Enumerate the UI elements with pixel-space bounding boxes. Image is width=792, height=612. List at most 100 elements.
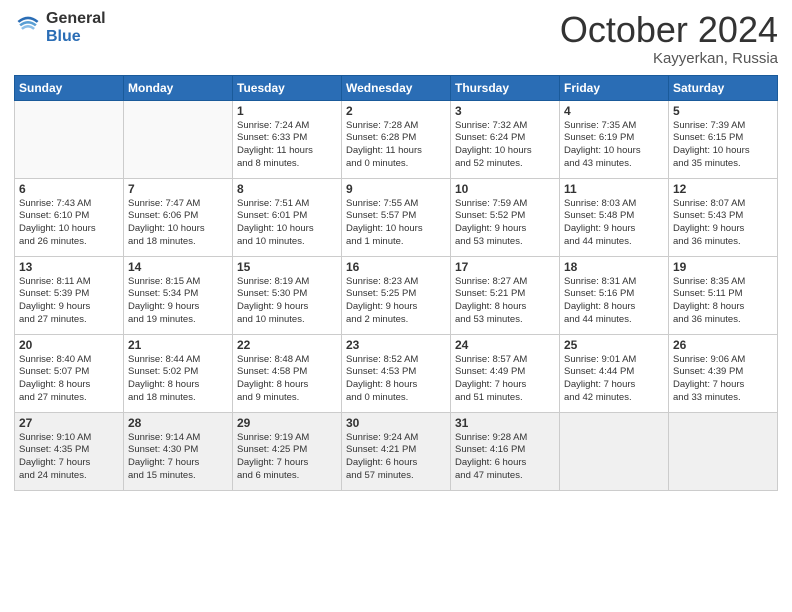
day-number: 24	[455, 338, 555, 352]
day-number: 26	[673, 338, 773, 352]
calendar-cell: 6 Sunrise: 7:43 AM Sunset: 6:10 PM Daylig…	[15, 178, 124, 256]
calendar-cell: 16Sunrise: 8:23 AM Sunset: 5:25 PM Dayli…	[342, 256, 451, 334]
col-sunday: Sunday	[15, 75, 124, 100]
col-wednesday: Wednesday	[342, 75, 451, 100]
day-info: Sunrise: 8:52 AM Sunset: 4:53 PM Dayligh…	[346, 354, 446, 405]
calendar-cell: 4 Sunrise: 7:35 AM Sunset: 6:19 PM Daylig…	[560, 100, 669, 178]
day-info: Sunrise: 8:11 AM Sunset: 5:39 PM Dayligh…	[19, 276, 119, 327]
calendar-cell: 8 Sunrise: 7:51 AM Sunset: 6:01 PM Daylig…	[233, 178, 342, 256]
day-info: Sunrise: 8:27 AM Sunset: 5:21 PM Dayligh…	[455, 276, 555, 327]
logo-text: General Blue	[46, 10, 106, 45]
calendar-cell: 22 Sunrise: 8:48 AM Sunset: 4:58 PM Dayli…	[233, 334, 342, 412]
day-info: Sunrise: 7:32 AM Sunset: 6:24 PM Dayligh…	[455, 120, 555, 171]
day-number: 8	[237, 182, 337, 196]
day-number: 7	[128, 182, 228, 196]
calendar-week-row: 6 Sunrise: 7:43 AM Sunset: 6:10 PM Daylig…	[15, 178, 778, 256]
calendar-cell: 17 Sunrise: 8:27 AM Sunset: 5:21 PM Dayli…	[451, 256, 560, 334]
day-info: Sunrise: 9:24 AM Sunset: 4:21 PM Dayligh…	[346, 432, 446, 483]
calendar-cell: 13 Sunrise: 8:11 AM Sunset: 5:39 PM Dayli…	[15, 256, 124, 334]
day-info: Sunrise: 8:15 AM Sunset: 5:34 PM Dayligh…	[128, 276, 228, 327]
day-number: 1	[237, 104, 337, 118]
day-number: 31	[455, 416, 555, 430]
day-info: Sunrise: 7:43 AM Sunset: 6:10 PM Dayligh…	[19, 198, 119, 249]
day-number: 14	[128, 260, 228, 274]
day-info: Sunrise: 7:35 AM Sunset: 6:19 PM Dayligh…	[564, 120, 664, 171]
calendar-week-row: 13 Sunrise: 8:11 AM Sunset: 5:39 PM Dayli…	[15, 256, 778, 334]
day-info: Sunrise: 9:01 AM Sunset: 4:44 PM Dayligh…	[564, 354, 664, 405]
day-info: Sunrise: 8:23 AM Sunset: 5:25 PM Dayligh…	[346, 276, 446, 327]
calendar-cell: 26 Sunrise: 9:06 AM Sunset: 4:39 PM Dayli…	[669, 334, 778, 412]
calendar-cell	[669, 412, 778, 490]
calendar-week-row: 20 Sunrise: 8:40 AM Sunset: 5:07 PM Dayli…	[15, 334, 778, 412]
calendar-cell: 11 Sunrise: 8:03 AM Sunset: 5:48 PM Dayli…	[560, 178, 669, 256]
day-info: Sunrise: 8:40 AM Sunset: 5:07 PM Dayligh…	[19, 354, 119, 405]
calendar-cell: 30 Sunrise: 9:24 AM Sunset: 4:21 PM Dayli…	[342, 412, 451, 490]
day-number: 11	[564, 182, 664, 196]
day-info: Sunrise: 8:31 AM Sunset: 5:16 PM Dayligh…	[564, 276, 664, 327]
day-number: 9	[346, 182, 446, 196]
day-info: Sunrise: 9:06 AM Sunset: 4:39 PM Dayligh…	[673, 354, 773, 405]
calendar-cell	[15, 100, 124, 178]
day-number: 27	[19, 416, 119, 430]
calendar-cell: 15Sunrise: 8:19 AM Sunset: 5:30 PM Dayli…	[233, 256, 342, 334]
day-number: 13	[19, 260, 119, 274]
day-number: 30	[346, 416, 446, 430]
day-info: Sunrise: 7:51 AM Sunset: 6:01 PM Dayligh…	[237, 198, 337, 249]
calendar-cell: 24 Sunrise: 8:57 AM Sunset: 4:49 PM Dayli…	[451, 334, 560, 412]
day-number: 23	[346, 338, 446, 352]
month-title: October 2024	[560, 10, 778, 50]
day-info: Sunrise: 8:03 AM Sunset: 5:48 PM Dayligh…	[564, 198, 664, 249]
day-info: Sunrise: 7:55 AM Sunset: 5:57 PM Dayligh…	[346, 198, 446, 249]
calendar-cell: 28 Sunrise: 9:14 AM Sunset: 4:30 PM Dayli…	[124, 412, 233, 490]
day-info: Sunrise: 9:28 AM Sunset: 4:16 PM Dayligh…	[455, 432, 555, 483]
calendar-cell: 7Sunrise: 7:47 AM Sunset: 6:06 PM Daylig…	[124, 178, 233, 256]
day-number: 2	[346, 104, 446, 118]
day-number: 21	[128, 338, 228, 352]
day-number: 4	[564, 104, 664, 118]
day-number: 22	[237, 338, 337, 352]
day-info: Sunrise: 8:44 AM Sunset: 5:02 PM Dayligh…	[128, 354, 228, 405]
day-info: Sunrise: 9:19 AM Sunset: 4:25 PM Dayligh…	[237, 432, 337, 483]
calendar-week-row: 1 Sunrise: 7:24 AM Sunset: 6:33 PM Daylig…	[15, 100, 778, 178]
day-number: 20	[19, 338, 119, 352]
calendar-cell	[124, 100, 233, 178]
day-info: Sunrise: 8:19 AM Sunset: 5:30 PM Dayligh…	[237, 276, 337, 327]
title-block: October 2024 Kayyerkan, Russia	[560, 10, 778, 67]
day-info: Sunrise: 7:59 AM Sunset: 5:52 PM Dayligh…	[455, 198, 555, 249]
calendar-cell: 19 Sunrise: 8:35 AM Sunset: 5:11 PM Dayli…	[669, 256, 778, 334]
day-info: Sunrise: 8:48 AM Sunset: 4:58 PM Dayligh…	[237, 354, 337, 405]
calendar-cell: 29Sunrise: 9:19 AM Sunset: 4:25 PM Dayli…	[233, 412, 342, 490]
col-monday: Monday	[124, 75, 233, 100]
day-info: Sunrise: 9:14 AM Sunset: 4:30 PM Dayligh…	[128, 432, 228, 483]
day-info: Sunrise: 7:28 AM Sunset: 6:28 PM Dayligh…	[346, 120, 446, 171]
day-number: 28	[128, 416, 228, 430]
calendar-cell: 14 Sunrise: 8:15 AM Sunset: 5:34 PM Dayli…	[124, 256, 233, 334]
day-info: Sunrise: 7:24 AM Sunset: 6:33 PM Dayligh…	[237, 120, 337, 171]
day-info: Sunrise: 8:57 AM Sunset: 4:49 PM Dayligh…	[455, 354, 555, 405]
col-saturday: Saturday	[669, 75, 778, 100]
calendar-cell: 2 Sunrise: 7:28 AM Sunset: 6:28 PM Daylig…	[342, 100, 451, 178]
calendar-week-row: 27 Sunrise: 9:10 AM Sunset: 4:35 PM Dayli…	[15, 412, 778, 490]
calendar-cell: 25Sunrise: 9:01 AM Sunset: 4:44 PM Dayli…	[560, 334, 669, 412]
day-info: Sunrise: 8:35 AM Sunset: 5:11 PM Dayligh…	[673, 276, 773, 327]
page-header: General Blue October 2024 Kayyerkan, Rus…	[14, 10, 778, 67]
day-number: 10	[455, 182, 555, 196]
calendar-cell: 5Sunrise: 7:39 AM Sunset: 6:15 PM Daylig…	[669, 100, 778, 178]
day-number: 17	[455, 260, 555, 274]
calendar-cell: 21 Sunrise: 8:44 AM Sunset: 5:02 PM Dayli…	[124, 334, 233, 412]
calendar-header-row: Sunday Monday Tuesday Wednesday Thursday…	[15, 75, 778, 100]
calendar-cell: 23 Sunrise: 8:52 AM Sunset: 4:53 PM Dayli…	[342, 334, 451, 412]
calendar-cell: 1 Sunrise: 7:24 AM Sunset: 6:33 PM Daylig…	[233, 100, 342, 178]
calendar-table: Sunday Monday Tuesday Wednesday Thursday…	[14, 75, 778, 491]
day-number: 6	[19, 182, 119, 196]
calendar-cell: 3Sunrise: 7:32 AM Sunset: 6:24 PM Daylig…	[451, 100, 560, 178]
logo-icon	[14, 14, 42, 42]
calendar-cell: 12Sunrise: 8:07 AM Sunset: 5:43 PM Dayli…	[669, 178, 778, 256]
location-subtitle: Kayyerkan, Russia	[560, 50, 778, 67]
calendar-cell: 27 Sunrise: 9:10 AM Sunset: 4:35 PM Dayli…	[15, 412, 124, 490]
col-thursday: Thursday	[451, 75, 560, 100]
day-info: Sunrise: 7:39 AM Sunset: 6:15 PM Dayligh…	[673, 120, 773, 171]
day-number: 19	[673, 260, 773, 274]
day-info: Sunrise: 9:10 AM Sunset: 4:35 PM Dayligh…	[19, 432, 119, 483]
day-info: Sunrise: 8:07 AM Sunset: 5:43 PM Dayligh…	[673, 198, 773, 249]
